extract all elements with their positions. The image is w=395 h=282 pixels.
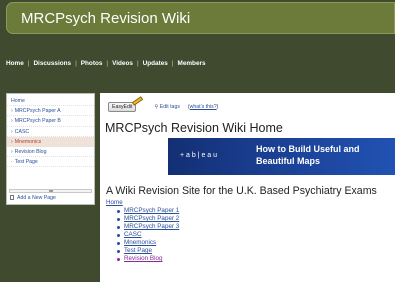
- link-test-page[interactable]: Test Page: [116, 247, 179, 255]
- nav-item-discussions[interactable]: Discussions: [33, 60, 71, 67]
- nav-item-videos[interactable]: Videos: [112, 60, 133, 67]
- sidebar-item-label: CASC: [14, 128, 30, 135]
- chevron-right-icon: ›: [11, 148, 13, 155]
- whats-this-label: what's this?: [189, 104, 217, 110]
- page-subtitle: A Wiki Revision Site for the U.K. Based …: [106, 185, 377, 197]
- sidebar-item-mnemonics[interactable]: › Mnemonics: [7, 136, 94, 147]
- scrollbar-thumb[interactable]: [49, 190, 53, 192]
- bullet-icon: ·: [11, 159, 13, 166]
- page-title: MRCPsych Revision Wiki Home: [105, 121, 283, 135]
- sidebar-item-label: Mnemonics: [14, 138, 42, 145]
- whats-this-link[interactable]: (what's this?): [188, 104, 218, 110]
- sidebar-item-label: MRCPsych Paper A: [14, 108, 61, 115]
- link-revision-blog[interactable]: Revision Blog: [116, 255, 179, 263]
- easyedit-button[interactable]: EasyEdit: [108, 96, 144, 112]
- sidebar-item-casc[interactable]: › CASC: [7, 127, 94, 137]
- nav-item-updates[interactable]: Updates: [143, 60, 168, 67]
- document-icon: [10, 195, 14, 200]
- link-mnemonics[interactable]: Mnemonics: [116, 239, 179, 247]
- edit-toolbar: EasyEdit ⚲ Edit tags (what's this?): [108, 96, 218, 113]
- sidebar-item-label: Revision Blog: [14, 148, 47, 155]
- sidebar-item-revision-blog[interactable]: › Revision Blog: [7, 147, 94, 158]
- chevron-right-icon: ›: [11, 128, 13, 135]
- link-paper-3[interactable]: MRCPsych Paper 3: [116, 223, 179, 231]
- sidebar-item-label: MRCPsych Paper B: [14, 118, 61, 125]
- nav-separator: |: [106, 59, 109, 67]
- sidebar-item-test-page[interactable]: · Test Page: [7, 157, 94, 168]
- chevron-right-icon: ›: [11, 108, 13, 115]
- edit-tags-link[interactable]: ⚲ Edit tags: [154, 104, 179, 110]
- sidebar-nav: Home › MRCPsych Paper A › MRCPsych Paper B…: [7, 94, 94, 168]
- page-frame: MRCPsych Revision Wiki Home | Discussions…: [0, 0, 395, 282]
- nav-item-members[interactable]: Members: [178, 60, 206, 67]
- sidebar-item-paper-b[interactable]: › MRCPsych Paper B: [7, 116, 94, 127]
- easyedit-label: EasyEdit: [112, 104, 133, 110]
- sidebar-item-home[interactable]: Home: [7, 96, 94, 107]
- page-link-list: MRCPsych Paper 1 MRCPsych Paper 2 MRCPsy…: [116, 207, 179, 263]
- main-content: EasyEdit ⚲ Edit tags (what's this?) MRCP…: [100, 93, 395, 282]
- link-casc[interactable]: CASC: [116, 231, 179, 239]
- site-title[interactable]: MRCPsych Revision Wiki: [21, 10, 190, 27]
- nav-separator: |: [75, 59, 77, 67]
- pencil-icon: [132, 96, 144, 106]
- link-paper-1[interactable]: MRCPsych Paper 1: [116, 207, 179, 215]
- ad-headline-line1: How to Build Useful and: [256, 144, 360, 154]
- nav-item-home[interactable]: Home: [6, 60, 24, 67]
- nav-item-photos[interactable]: Photos: [81, 60, 103, 67]
- sidebar-item-paper-a[interactable]: › MRCPsych Paper A: [7, 106, 94, 117]
- nav-separator: |: [171, 59, 174, 67]
- sidebar-item-label: Test Page: [14, 159, 38, 166]
- chevron-right-icon: ›: [11, 138, 13, 145]
- nav-separator: |: [136, 59, 139, 67]
- chevron-right-icon: ›: [11, 118, 13, 125]
- sidebar-item-label: Home: [11, 98, 25, 104]
- sidebar: Home › MRCPsych Paper A › MRCPsych Paper B…: [6, 93, 95, 205]
- nav-separator: |: [27, 59, 30, 67]
- ad-headline-line2: Beautiful Maps: [256, 156, 321, 166]
- ad-logo: + a b | e a u: [180, 152, 218, 159]
- site-header: MRCPsych Revision Wiki: [6, 2, 395, 34]
- edit-tags-label: Edit tags: [159, 104, 180, 110]
- advertisement-banner[interactable]: + a b | e a u How to Build Useful and Be…: [168, 138, 395, 175]
- main-nav: Home | Discussions | Photos | Videos | Updat…: [0, 55, 395, 71]
- sidebar-scrollbar[interactable]: [9, 189, 92, 193]
- home-link[interactable]: Home: [106, 199, 123, 206]
- link-paper-2[interactable]: MRCPsych Paper 2: [116, 215, 179, 223]
- add-page-link[interactable]: Add a New Page: [10, 195, 56, 201]
- add-page-label: Add a New Page: [17, 195, 56, 201]
